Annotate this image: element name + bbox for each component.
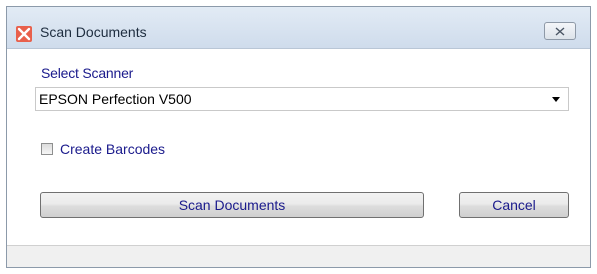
window-title: Scan Documents: [40, 24, 147, 40]
close-icon: [555, 27, 565, 36]
scanner-selected-value: EPSON Perfection V500: [39, 91, 192, 107]
status-bar: [7, 245, 590, 267]
select-scanner-label: Select Scanner: [41, 65, 134, 81]
dialog-body: Select Scanner EPSON Perfection V500 Cre…: [7, 49, 590, 245]
close-button[interactable]: [544, 22, 576, 40]
chevron-down-icon: [552, 97, 560, 102]
create-barcodes-checkbox[interactable]: [41, 143, 53, 155]
cancel-button[interactable]: Cancel: [459, 192, 569, 218]
create-barcodes-label[interactable]: Create Barcodes: [60, 141, 165, 157]
scan-documents-window: Scan Documents Select Scanner EPSON Perf…: [6, 6, 591, 268]
title-bar[interactable]: Scan Documents: [7, 7, 590, 49]
scan-documents-button[interactable]: Scan Documents: [40, 192, 424, 218]
scanner-dropdown[interactable]: EPSON Perfection V500: [35, 87, 569, 111]
scan-app-icon: [16, 26, 32, 42]
